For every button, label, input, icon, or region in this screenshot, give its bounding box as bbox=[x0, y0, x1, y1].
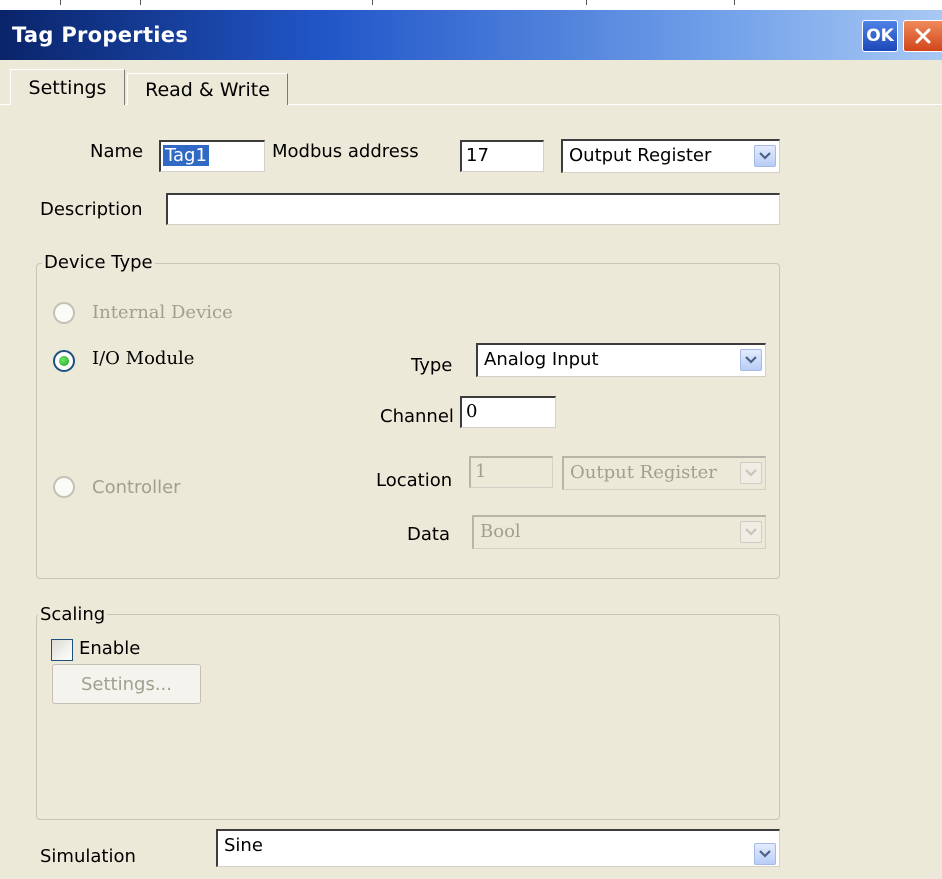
radio-selected-dot bbox=[59, 356, 69, 366]
name-value: Tag1 bbox=[163, 145, 209, 166]
simulation-label: Simulation bbox=[40, 846, 136, 867]
modbus-address-label: Modbus address bbox=[272, 141, 419, 162]
location-register-value: Output Register bbox=[570, 462, 717, 483]
register-type-select[interactable]: Output Register bbox=[561, 139, 780, 173]
location-register-select[interactable]: Output Register bbox=[562, 456, 766, 490]
register-type-value: Output Register bbox=[569, 145, 712, 166]
name-input[interactable]: Tag1 bbox=[159, 140, 265, 172]
scaling-settings-button[interactable]: Settings... bbox=[52, 664, 201, 704]
ok-button[interactable]: OK bbox=[862, 20, 898, 52]
location-register-dropdown-button[interactable] bbox=[740, 462, 762, 484]
type-value: Analog Input bbox=[484, 349, 599, 370]
window-title: Tag Properties bbox=[12, 23, 189, 47]
scaling-enable-checkbox[interactable] bbox=[51, 639, 73, 661]
description-label: Description bbox=[40, 199, 143, 220]
close-button[interactable] bbox=[903, 20, 942, 52]
scaling-title: Scaling bbox=[38, 604, 108, 626]
tab-read-write[interactable]: Read & Write bbox=[127, 73, 288, 105]
type-select[interactable]: Analog Input bbox=[476, 343, 766, 377]
background-window-strip bbox=[0, 0, 942, 10]
simulation-value: Sine bbox=[224, 835, 263, 856]
simulation-select[interactable]: Sine bbox=[216, 829, 780, 867]
device-type-title: Device Type bbox=[42, 252, 155, 274]
close-icon bbox=[915, 28, 931, 44]
register-type-dropdown-button[interactable] bbox=[754, 145, 776, 167]
chevron-down-icon bbox=[759, 850, 771, 858]
internal-device-radio[interactable] bbox=[53, 302, 75, 324]
name-label: Name bbox=[90, 141, 144, 162]
channel-label: Channel bbox=[380, 406, 454, 427]
tab-settings[interactable]: Settings bbox=[10, 69, 125, 105]
type-dropdown-button[interactable] bbox=[740, 349, 762, 371]
chevron-down-icon bbox=[745, 356, 757, 364]
controller-radio[interactable] bbox=[53, 476, 75, 498]
location-label: Location bbox=[376, 470, 453, 491]
scaling-group bbox=[36, 614, 780, 820]
type-label: Type bbox=[411, 355, 453, 376]
scaling-enable-label: Enable bbox=[79, 638, 141, 659]
simulation-dropdown-button[interactable] bbox=[754, 843, 776, 865]
location-input[interactable]: 1 bbox=[469, 456, 553, 488]
controller-label: Controller bbox=[92, 477, 181, 498]
chevron-down-icon bbox=[745, 469, 757, 477]
chevron-down-icon bbox=[745, 528, 757, 536]
channel-input[interactable]: 0 bbox=[460, 396, 556, 428]
description-input[interactable] bbox=[166, 193, 780, 225]
data-type-dropdown-button[interactable] bbox=[740, 521, 762, 543]
io-module-radio[interactable] bbox=[53, 350, 75, 372]
data-label: Data bbox=[407, 524, 450, 545]
io-module-label: I/O Module bbox=[92, 348, 195, 369]
chevron-down-icon bbox=[759, 152, 771, 160]
data-type-value: Bool bbox=[480, 521, 521, 542]
modbus-address-input[interactable]: 17 bbox=[460, 140, 544, 172]
data-type-select[interactable]: Bool bbox=[472, 515, 766, 549]
internal-device-label: Internal Device bbox=[92, 302, 233, 323]
